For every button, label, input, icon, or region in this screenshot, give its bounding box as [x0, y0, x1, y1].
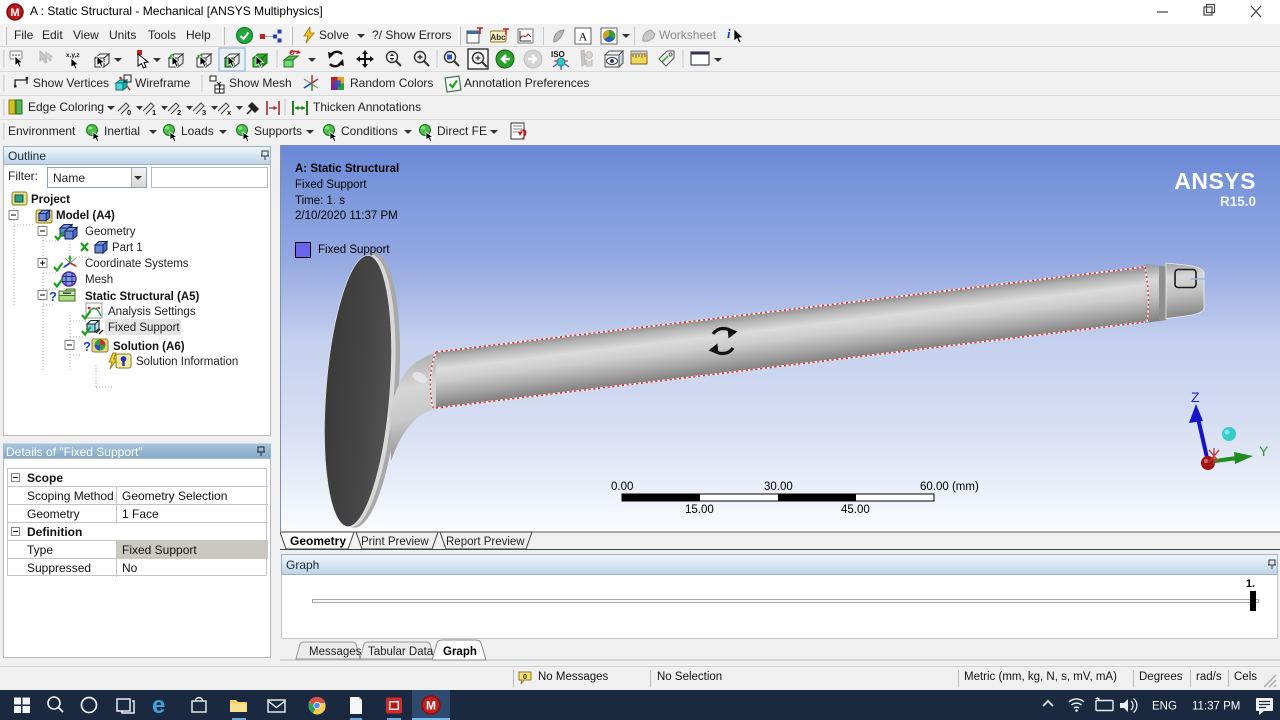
- svg-text:Abc: Abc: [490, 33, 506, 42]
- svg-text:Tabular Data: Tabular Data: [368, 646, 434, 658]
- svg-text:Geometry: Geometry: [290, 534, 346, 548]
- svg-text:x: x: [227, 108, 232, 117]
- svg-text:45.00: 45.00: [841, 504, 870, 516]
- svg-text:0: 0: [523, 672, 527, 681]
- svg-text:1: 1: [152, 108, 156, 117]
- svg-text:Messages: Messages: [309, 646, 362, 658]
- svg-text:11:37 PM: 11:37 PM: [1192, 701, 1240, 713]
- svg-text:?: ?: [49, 289, 57, 304]
- svg-text:Model (A4): Model (A4): [56, 210, 115, 222]
- svg-text:30.00: 30.00: [764, 481, 793, 493]
- svg-text:0: 0: [127, 108, 131, 117]
- svg-text:Part 1: Part 1: [112, 242, 143, 254]
- svg-text:ISO: ISO: [551, 50, 565, 59]
- svg-text:?: ?: [83, 339, 91, 354]
- svg-text:Project: Project: [31, 194, 70, 206]
- svg-text:15.00: 15.00: [685, 504, 714, 516]
- svg-text:Mesh: Mesh: [85, 274, 113, 286]
- svg-text:ENG: ENG: [1152, 701, 1177, 713]
- svg-text:Print Preview: Print Preview: [361, 536, 429, 548]
- svg-text:Geometry: Geometry: [85, 226, 136, 238]
- svg-text:M: M: [426, 699, 436, 713]
- svg-text:e: e: [152, 692, 165, 719]
- svg-text:Graph: Graph: [443, 646, 477, 658]
- svg-text:Analysis Settings: Analysis Settings: [108, 306, 196, 318]
- svg-text:60.00 (mm): 60.00 (mm): [920, 481, 979, 493]
- svg-text:3: 3: [202, 108, 206, 117]
- svg-text:2: 2: [177, 108, 181, 117]
- svg-text:x,y,z: x,y,z: [66, 52, 80, 59]
- svg-text:Fixed Support: Fixed Support: [108, 322, 180, 334]
- svg-text:Z: Z: [1191, 389, 1200, 405]
- svg-text:M: M: [10, 7, 19, 19]
- svg-text:Coordinate Systems: Coordinate Systems: [85, 258, 189, 270]
- svg-text:0.00: 0.00: [611, 481, 633, 493]
- svg-text:Y: Y: [1259, 443, 1269, 459]
- svg-text:Report Preview: Report Preview: [446, 536, 525, 548]
- svg-text:A: A: [579, 30, 588, 44]
- svg-text:Solution Information: Solution Information: [136, 356, 238, 368]
- svg-text:Static Structural (A5): Static Structural (A5): [85, 291, 200, 303]
- svg-text:Solution (A6): Solution (A6): [113, 341, 185, 353]
